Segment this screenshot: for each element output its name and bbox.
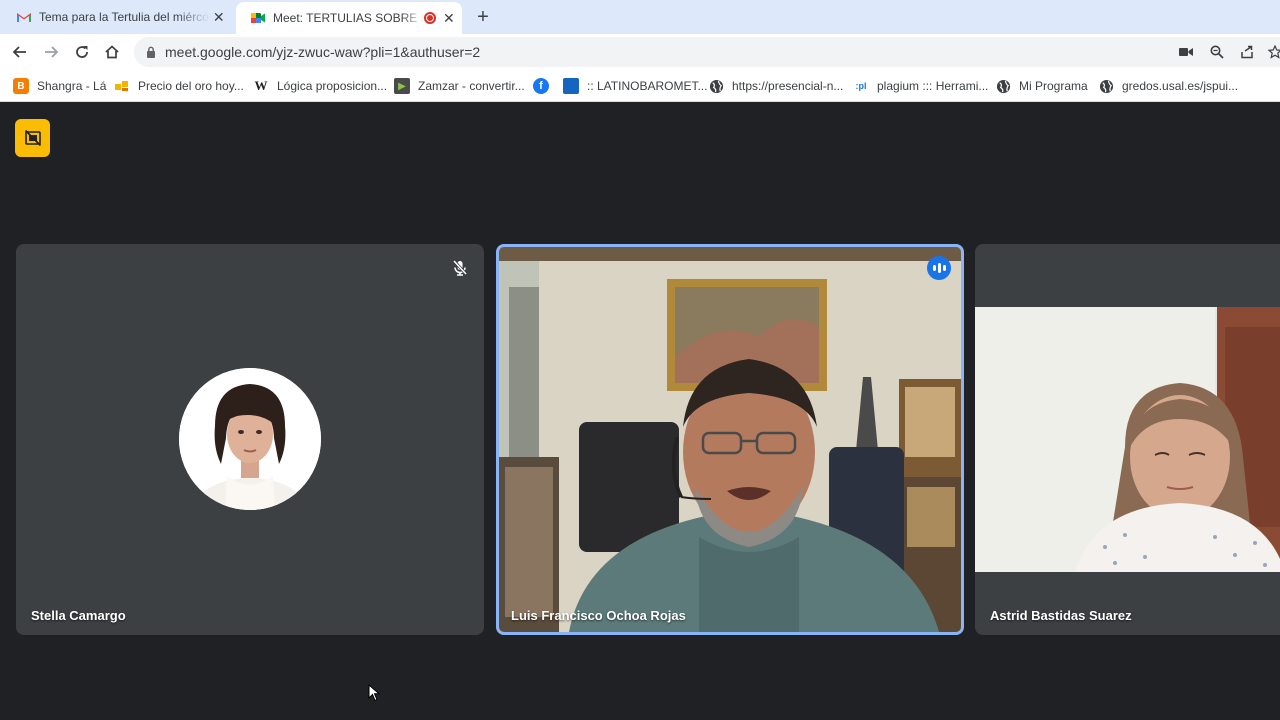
bookmark-item[interactable]: Precio del oro hoy... bbox=[114, 77, 244, 95]
share-icon bbox=[1241, 45, 1253, 59]
mic-off-icon bbox=[452, 259, 468, 276]
reload-button[interactable] bbox=[70, 40, 94, 64]
bookmark-item[interactable]: ▶ Zamzar - convertir... bbox=[394, 77, 525, 95]
bookmark-item[interactable]: B Shangra - Lá bbox=[13, 77, 106, 95]
participant-tile-active-speaker[interactable]: Luis Francisco Ochoa Rojas bbox=[496, 244, 964, 635]
bookmark-label: Lógica proposicion... bbox=[277, 79, 388, 93]
bookmarks-bar: B Shangra - Lá Precio del oro hoy... W L… bbox=[0, 70, 1280, 102]
facebook-icon: f bbox=[533, 78, 549, 94]
bookmark-item[interactable]: :: LATINOBAROMET... bbox=[563, 77, 707, 95]
back-button[interactable] bbox=[8, 40, 32, 64]
bookmark-item[interactable]: Mi Programa bbox=[995, 77, 1088, 95]
bookmark-label: Shangra - Lá bbox=[37, 79, 107, 93]
plagium-icon: :pl bbox=[855, 81, 867, 91]
hidden-frame-icon bbox=[24, 129, 41, 147]
bookmark-star-button[interactable] bbox=[1266, 43, 1280, 61]
reload-icon bbox=[76, 46, 88, 58]
gmail-icon bbox=[17, 13, 31, 22]
tab-title: Tema para la Tertulia del miércoles bbox=[39, 10, 210, 24]
url-text: meet.google.com/yjz-zwuc-waw?pli=1&authu… bbox=[165, 44, 481, 60]
bookmark-label: Precio del oro hoy... bbox=[138, 79, 244, 93]
chart-icon bbox=[114, 78, 130, 94]
bookmark-label: Zamzar - convertir... bbox=[418, 79, 525, 93]
participant-name: Luis Francisco Ochoa Rojas bbox=[511, 608, 686, 623]
wikipedia-icon: W bbox=[254, 78, 268, 93]
bookmark-label: gredos.usal.es/jspui... bbox=[1122, 79, 1239, 93]
speaking-indicator-icon bbox=[927, 256, 951, 280]
mouse-cursor-icon bbox=[368, 684, 380, 702]
tab-close-icon[interactable]: ✕ bbox=[210, 9, 228, 26]
new-tab-button[interactable]: + bbox=[472, 6, 494, 28]
tab-meet[interactable]: Meet: TERTULIAS SOBRE FILOSOFÍA ✕ bbox=[236, 2, 462, 34]
google-meet-icon bbox=[251, 13, 265, 23]
address-bar[interactable]: meet.google.com/yjz-zwuc-waw?pli=1&authu… bbox=[134, 37, 1280, 67]
back-arrow-icon bbox=[12, 46, 26, 58]
no-self-view-button[interactable] bbox=[15, 119, 50, 157]
star-icon bbox=[1268, 45, 1280, 59]
bookmark-item[interactable]: :pl plagium ::: Herrami... bbox=[853, 77, 989, 95]
share-button[interactable] bbox=[1238, 43, 1256, 61]
avatar bbox=[179, 368, 321, 510]
bookmark-item[interactable]: f bbox=[533, 77, 557, 95]
bookmark-label: Mi Programa bbox=[1019, 79, 1088, 93]
home-button[interactable] bbox=[100, 40, 124, 64]
forward-button[interactable] bbox=[39, 40, 63, 64]
tab-gmail[interactable]: Tema para la Tertulia del miércoles ✕ bbox=[2, 0, 234, 34]
forward-arrow-icon bbox=[45, 46, 59, 58]
bookmark-label: plagium ::: Herrami... bbox=[877, 79, 989, 93]
globe-icon bbox=[708, 78, 724, 94]
browser-toolbar: meet.google.com/yjz-zwuc-waw?pli=1&authu… bbox=[0, 34, 1280, 70]
bookmark-item[interactable]: https://presencial-n... bbox=[708, 77, 843, 95]
meet-stage: Stella Camargo Luis Francisco Ochoa Roja… bbox=[0, 102, 1280, 720]
participant-name: Astrid Bastidas Suarez bbox=[990, 608, 1132, 623]
globe-icon bbox=[995, 78, 1011, 94]
camera-in-use-button[interactable] bbox=[1177, 43, 1195, 61]
participant-tile[interactable]: Astrid Bastidas Suarez bbox=[975, 244, 1280, 635]
participant-video bbox=[975, 307, 1280, 572]
home-icon bbox=[105, 45, 119, 59]
bookmark-item[interactable]: W Lógica proposicion... bbox=[253, 77, 388, 95]
tab-title: Meet: TERTULIAS SOBRE FILOSOFÍA bbox=[273, 11, 424, 25]
bookmark-item[interactable]: gredos.usal.es/jspui... bbox=[1098, 77, 1238, 95]
video-camera-icon bbox=[1179, 48, 1193, 56]
zamzar-icon: ▶ bbox=[394, 78, 410, 94]
participant-video bbox=[499, 247, 961, 632]
latinobarometro-icon bbox=[563, 78, 579, 94]
bookmark-label: :: LATINOBAROMET... bbox=[587, 79, 708, 93]
globe-icon bbox=[1098, 78, 1114, 94]
participant-tile[interactable]: Stella Camargo bbox=[16, 244, 484, 635]
zoom-button[interactable] bbox=[1208, 43, 1226, 61]
bookmark-label: https://presencial-n... bbox=[732, 79, 844, 93]
tab-strip: Tema para la Tertulia del miércoles ✕ Me… bbox=[0, 0, 1280, 34]
zoom-icon bbox=[1210, 45, 1224, 59]
recording-indicator-icon bbox=[423, 12, 436, 24]
tab-close-icon[interactable]: ✕ bbox=[442, 10, 456, 27]
lock-icon[interactable] bbox=[146, 46, 156, 58]
participant-name: Stella Camargo bbox=[31, 608, 126, 623]
blogger-icon: B bbox=[13, 78, 29, 94]
